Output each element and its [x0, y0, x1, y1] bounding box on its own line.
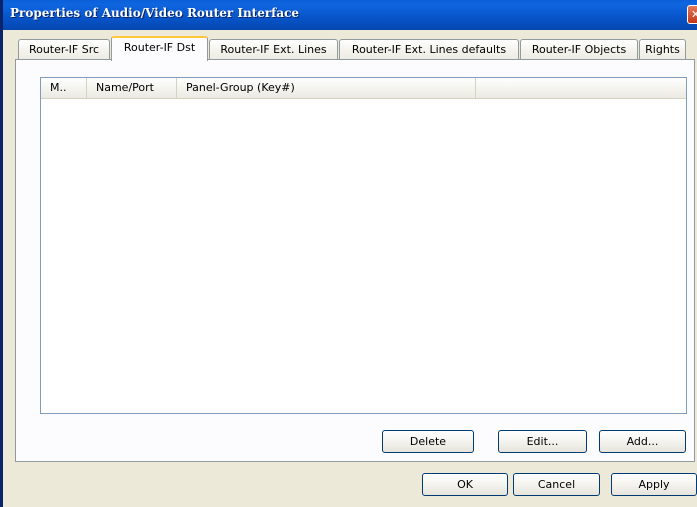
- delete-button[interactable]: Delete: [382, 430, 474, 453]
- title-bar[interactable]: Properties of Audio/Video Router Interfa…: [3, 0, 697, 30]
- cancel-button[interactable]: Cancel: [513, 473, 600, 496]
- tab-panel-router-if-dst: M.. Name/Port Panel-Group (Key#) Delete …: [15, 59, 695, 462]
- tab-router-if-ext-lines[interactable]: Router-IF Ext. Lines: [209, 39, 338, 60]
- tab-router-if-objects[interactable]: Router-IF Objects: [520, 39, 638, 60]
- close-button[interactable]: ✕: [687, 5, 697, 24]
- ok-button[interactable]: OK: [422, 473, 508, 496]
- column-header-panel-group[interactable]: Panel-Group (Key#): [177, 78, 476, 98]
- properties-dialog: Properties of Audio/Video Router Interfa…: [0, 0, 697, 507]
- close-icon: ✕: [691, 8, 697, 21]
- tab-router-if-dst[interactable]: Router-IF Dst: [111, 36, 208, 61]
- column-header-m[interactable]: M..: [41, 78, 87, 98]
- tab-bar: Router-IF Src Router-IF Dst Router-IF Ex…: [3, 36, 697, 61]
- destination-list[interactable]: M.. Name/Port Panel-Group (Key#): [40, 77, 687, 414]
- edit-button[interactable]: Edit...: [498, 430, 587, 453]
- tab-rights[interactable]: Rights: [639, 39, 686, 60]
- tab-router-if-src[interactable]: Router-IF Src: [18, 39, 110, 60]
- window-title: Properties of Audio/Video Router Interfa…: [10, 6, 300, 20]
- add-button[interactable]: Add...: [599, 430, 686, 453]
- tab-router-if-ext-lines-defaults[interactable]: Router-IF Ext. Lines defaults: [339, 39, 519, 60]
- apply-button[interactable]: Apply: [611, 473, 697, 496]
- list-header: M.. Name/Port Panel-Group (Key#): [41, 78, 686, 99]
- column-header-name-port[interactable]: Name/Port: [87, 78, 177, 98]
